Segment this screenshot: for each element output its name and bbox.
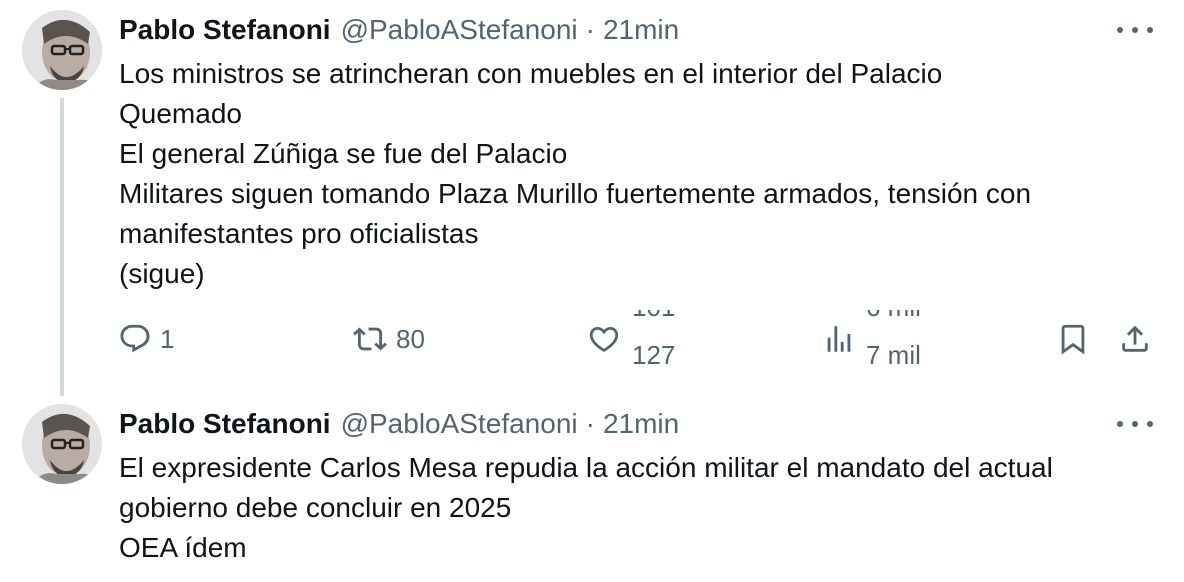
more-dots-icon[interactable] — [1117, 20, 1153, 40]
reply-icon — [120, 324, 150, 353]
share-icon — [1122, 325, 1148, 352]
reply-button[interactable]: 1 — [118, 322, 174, 356]
tweet-text-line: (sigue) — [119, 258, 205, 289]
tweet-text-line: El general Zúñiga se fue del Palacio — [119, 138, 568, 169]
author-name[interactable]: Pablo Stefanoni — [119, 14, 331, 46]
tweet[interactable]: Pablo Stefanoni @PabloAStefanoni · 21min… — [0, 392, 1184, 582]
tweet-text-line: Militares siguen tomando Plaza Murillo f… — [119, 178, 1032, 209]
heart-icon — [589, 326, 619, 352]
timestamp[interactable]: 21min — [603, 14, 679, 46]
views-count-animated: 6 mil 7 mil — [866, 310, 956, 370]
like-count-previous: 101 — [632, 310, 675, 323]
like-button[interactable] — [586, 322, 622, 356]
like-count-animated: 101 127 — [632, 310, 722, 370]
retweet-count: 80 — [396, 323, 425, 354]
tweet-text: El expresidente Carlos Mesa repudia la a… — [119, 448, 1169, 568]
tweet-text-line: Quemado — [119, 98, 242, 129]
avatar[interactable] — [22, 10, 102, 90]
tweet-text-line: OEA ídem — [119, 532, 247, 563]
retweet-icon — [353, 327, 387, 351]
separator-dot: · — [585, 408, 595, 439]
author-handle[interactable]: @PabloAStefanoni — [341, 408, 578, 440]
timestamp[interactable]: 21min — [603, 408, 679, 440]
avatar[interactable] — [22, 404, 102, 484]
tweet[interactable]: Pablo Stefanoni @PabloAStefanoni · 21min… — [0, 0, 1184, 396]
tweet-header: Pablo Stefanoni @PabloAStefanoni · 21min — [119, 406, 679, 442]
author-handle[interactable]: @PabloAStefanoni — [341, 14, 578, 46]
retweet-button[interactable]: 80 — [352, 322, 425, 356]
tweet-text-line: Los ministros se atrincheran con muebles… — [119, 58, 943, 89]
more-dots-icon[interactable] — [1117, 414, 1153, 434]
author-name[interactable]: Pablo Stefanoni — [119, 408, 331, 440]
tweet-actions-bar: 1 80 101 127 6 mil 7 mil — [0, 310, 1184, 370]
like-count: 127 — [632, 340, 676, 370]
views-count: 7 mil — [866, 340, 921, 370]
views-count-previous: 6 mil — [866, 310, 921, 323]
tweet-text-line: manifestantes pro oficialistas — [119, 218, 479, 249]
views-chart-icon — [827, 326, 851, 352]
reply-count: 1 — [160, 323, 175, 354]
separator-dot: · — [585, 14, 595, 45]
share-button[interactable] — [1118, 322, 1152, 356]
tweet-text: Los ministros se atrincheran con muebles… — [119, 54, 1169, 294]
bookmark-button[interactable] — [1056, 322, 1090, 356]
bookmark-icon — [1061, 324, 1085, 355]
views-button[interactable] — [822, 322, 856, 356]
tweet-text-line: El expresidente Carlos Mesa repudia la a… — [119, 452, 1053, 483]
tweet-text-line: gobierno debe concluir en 2025 — [119, 492, 512, 523]
tweet-header: Pablo Stefanoni @PabloAStefanoni · 21min — [119, 12, 679, 48]
